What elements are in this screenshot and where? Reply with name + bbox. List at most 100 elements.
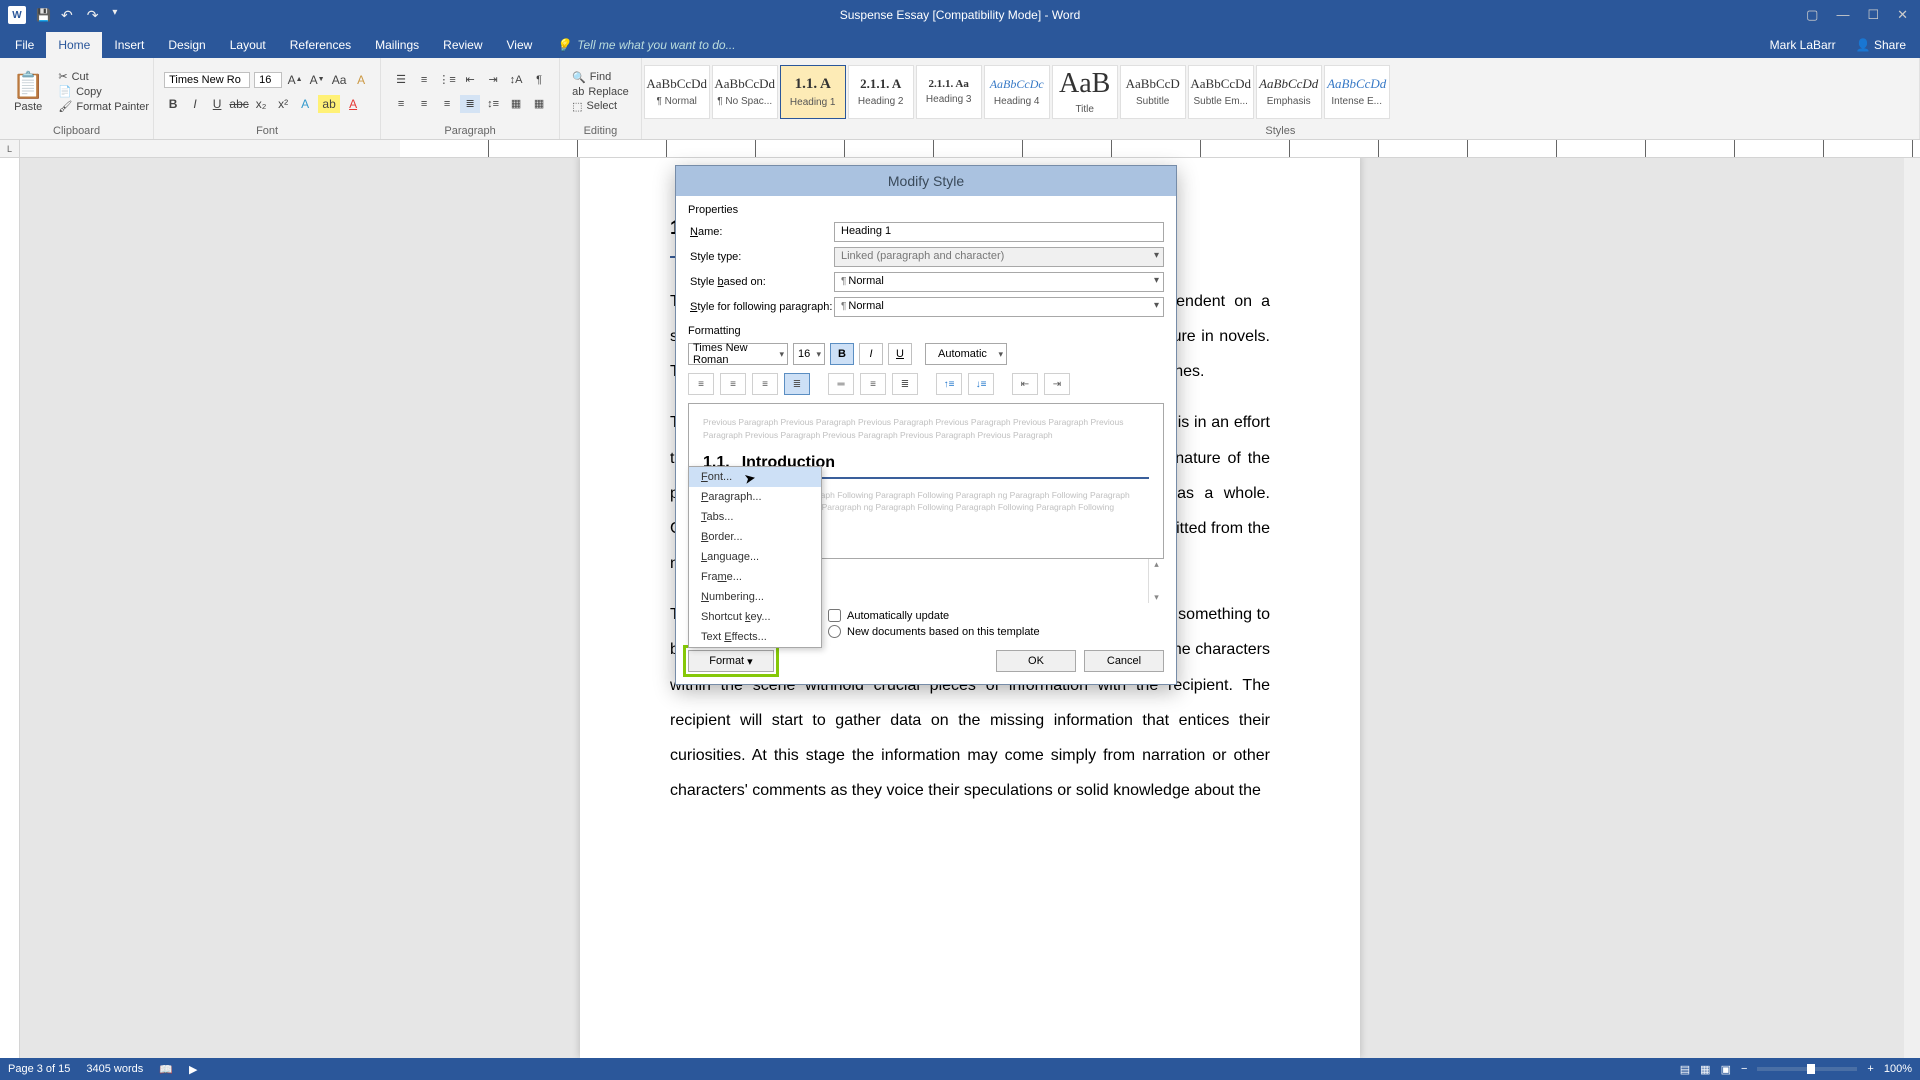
- dlg-justify[interactable]: ≣: [784, 373, 810, 395]
- dlg-size-select[interactable]: 16: [793, 343, 825, 365]
- shrink-font-icon[interactable]: A▼: [308, 71, 326, 89]
- format-menu-paragraph[interactable]: Paragraph...: [689, 487, 821, 507]
- word-count[interactable]: 3405 words: [86, 1063, 143, 1075]
- justify-icon[interactable]: ≣: [460, 95, 480, 113]
- style-card[interactable]: AaBbCcDd¶ No Spac...: [712, 65, 778, 119]
- style-card[interactable]: 1.1. AHeading 1: [780, 65, 846, 119]
- save-icon[interactable]: 💾: [36, 8, 51, 22]
- ok-button[interactable]: OK: [996, 650, 1076, 672]
- dlg-align-left[interactable]: ≡: [688, 373, 714, 395]
- italic-icon[interactable]: I: [186, 95, 204, 113]
- vertical-scrollbar[interactable]: [1904, 158, 1920, 1058]
- spell-check-icon[interactable]: 📖: [159, 1063, 173, 1076]
- tab-insert[interactable]: Insert: [102, 32, 156, 58]
- based-on-select[interactable]: ¶Normal: [834, 272, 1164, 292]
- dlg-color-select[interactable]: Automatic: [925, 343, 1007, 365]
- style-card[interactable]: AaBbCcDcHeading 4: [984, 65, 1050, 119]
- format-menu-language[interactable]: Language...: [689, 547, 821, 567]
- tab-review[interactable]: Review: [431, 32, 494, 58]
- text-effects-icon[interactable]: A: [296, 95, 314, 113]
- dlg-spacing-1[interactable]: ═: [828, 373, 854, 395]
- format-menu-numbering[interactable]: Numbering...: [689, 587, 821, 607]
- strike-icon[interactable]: abc: [230, 95, 248, 113]
- bold-icon[interactable]: B: [164, 95, 182, 113]
- auto-update-checkbox[interactable]: [828, 609, 841, 622]
- tab-layout[interactable]: Layout: [218, 32, 278, 58]
- redo-icon[interactable]: ↷: [87, 7, 99, 24]
- macro-icon[interactable]: ▶: [189, 1063, 197, 1076]
- format-menu-tabs[interactable]: Tabs...: [689, 507, 821, 527]
- tab-design[interactable]: Design: [156, 32, 217, 58]
- font-name-select[interactable]: [164, 72, 250, 88]
- copy-button[interactable]: 📄Copy: [58, 85, 149, 98]
- dlg-dec-indent[interactable]: ⇤: [1012, 373, 1038, 395]
- bullets-icon[interactable]: ☰: [391, 71, 411, 89]
- dlg-para-before[interactable]: ↑≡: [936, 373, 962, 395]
- underline-icon[interactable]: U: [208, 95, 226, 113]
- ribbon-display-icon[interactable]: ▢: [1806, 7, 1818, 23]
- dlg-align-right[interactable]: ≡: [752, 373, 778, 395]
- font-color-icon[interactable]: A: [344, 95, 362, 113]
- change-case-icon[interactable]: Aa: [330, 71, 348, 89]
- highlight-icon[interactable]: ab: [318, 95, 340, 113]
- line-spacing-icon[interactable]: ↕≡: [483, 95, 503, 113]
- dec-indent-icon[interactable]: ⇤: [460, 71, 480, 89]
- style-card[interactable]: AaBbCcDdSubtle Em...: [1188, 65, 1254, 119]
- align-center-icon[interactable]: ≡: [414, 95, 434, 113]
- tell-me-input[interactable]: 💡Tell me what you want to do...: [544, 32, 1755, 58]
- tab-selector[interactable]: L: [0, 140, 20, 157]
- format-dropdown-button[interactable]: Format ▾: [688, 650, 774, 672]
- dlg-italic-button[interactable]: I: [859, 343, 883, 365]
- multilevel-icon[interactable]: ⋮≡: [437, 71, 457, 89]
- read-mode-icon[interactable]: ▤: [1680, 1063, 1690, 1076]
- maximize-icon[interactable]: ☐: [1867, 7, 1879, 23]
- paste-button[interactable]: Paste: [14, 101, 42, 113]
- find-button[interactable]: 🔍Find: [572, 71, 629, 84]
- subscript-icon[interactable]: x₂: [252, 95, 270, 113]
- format-menu-frame[interactable]: Frame...: [689, 567, 821, 587]
- dlg-font-select[interactable]: Times New Roman: [688, 343, 788, 365]
- dlg-spacing-15[interactable]: ≡: [860, 373, 886, 395]
- tab-view[interactable]: View: [495, 32, 545, 58]
- zoom-out-icon[interactable]: −: [1741, 1063, 1747, 1075]
- print-layout-icon[interactable]: ▦: [1700, 1063, 1710, 1076]
- paste-icon[interactable]: 📋: [12, 70, 44, 101]
- qat-customize-icon[interactable]: ▾: [112, 7, 117, 24]
- shading-icon[interactable]: ▦: [506, 95, 526, 113]
- font-size-select[interactable]: [254, 72, 282, 88]
- dlg-underline-button[interactable]: U: [888, 343, 912, 365]
- name-field[interactable]: Heading 1: [834, 222, 1164, 242]
- dlg-para-after[interactable]: ↓≡: [968, 373, 994, 395]
- page-indicator[interactable]: Page 3 of 15: [8, 1063, 70, 1075]
- vertical-ruler[interactable]: [0, 158, 20, 1058]
- dlg-bold-button[interactable]: B: [830, 343, 854, 365]
- tab-mailings[interactable]: Mailings: [363, 32, 431, 58]
- cut-button[interactable]: ✂Cut: [58, 70, 149, 83]
- dlg-spacing-2[interactable]: ≣: [892, 373, 918, 395]
- style-card[interactable]: AaBbCcDd¶ Normal: [644, 65, 710, 119]
- zoom-level[interactable]: 100%: [1884, 1063, 1912, 1075]
- cancel-button[interactable]: Cancel: [1084, 650, 1164, 672]
- minimize-icon[interactable]: —: [1836, 7, 1849, 23]
- select-button[interactable]: ⬚Select: [572, 100, 629, 113]
- style-card[interactable]: AaBbCcDdEmphasis: [1256, 65, 1322, 119]
- zoom-slider[interactable]: [1757, 1067, 1857, 1071]
- horizontal-ruler[interactable]: [400, 140, 1920, 157]
- clear-format-icon[interactable]: A: [352, 71, 370, 89]
- undo-icon[interactable]: ↶: [61, 7, 73, 24]
- desc-scroll-up-icon[interactable]: ▴: [1154, 559, 1159, 570]
- borders-icon[interactable]: ▦: [529, 95, 549, 113]
- web-layout-icon[interactable]: ▣: [1721, 1063, 1731, 1076]
- style-card[interactable]: AaBTitle: [1052, 65, 1118, 119]
- style-card[interactable]: AaBbCcDSubtitle: [1120, 65, 1186, 119]
- inc-indent-icon[interactable]: ⇥: [483, 71, 503, 89]
- tab-references[interactable]: References: [278, 32, 363, 58]
- sort-icon[interactable]: ↕A: [506, 71, 526, 89]
- tab-file[interactable]: File: [3, 32, 46, 58]
- format-painter-button[interactable]: 🖌Format Painter: [58, 100, 149, 113]
- align-right-icon[interactable]: ≡: [437, 95, 457, 113]
- numbering-icon[interactable]: ≡: [414, 71, 434, 89]
- grow-font-icon[interactable]: A▲: [286, 71, 304, 89]
- replace-button[interactable]: abReplace: [572, 86, 629, 98]
- style-card[interactable]: AaBbCcDdIntense E...: [1324, 65, 1390, 119]
